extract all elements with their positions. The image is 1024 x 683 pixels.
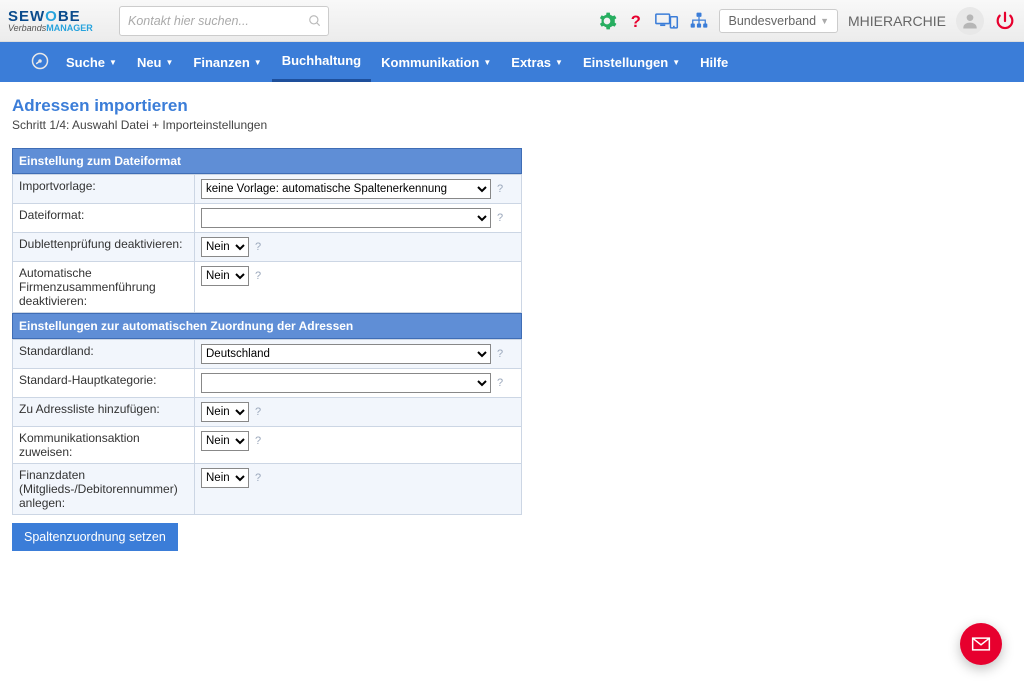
help-icon[interactable]: ?	[255, 406, 261, 418]
search-icon[interactable]	[308, 14, 322, 31]
org-chart-icon[interactable]	[689, 11, 709, 31]
select-importvorlage[interactable]: keine Vorlage: automatische Spaltenerken…	[201, 179, 491, 199]
panel-file-format: Einstellung zum Dateiformat Importvorlag…	[12, 148, 522, 551]
label: Standardland:	[13, 340, 195, 369]
avatar[interactable]	[956, 7, 984, 35]
username-label: MHIERARCHIE	[848, 13, 946, 29]
row-finanzdaten: Finanzdaten (Mitglieds-/Debitorennummer)…	[13, 464, 522, 515]
nav-suche[interactable]: Suche▼	[56, 42, 127, 82]
label: Kommunikationsaktion zuweisen:	[13, 427, 195, 464]
chevron-down-icon: ▼	[254, 58, 262, 67]
page-title: Adressen importieren	[12, 96, 1016, 116]
logo-title: SEWOBE	[8, 9, 113, 24]
navbar: Suche▼ Neu▼ Finanzen▼ Buchhaltung Kommun…	[0, 42, 1024, 82]
dashboard-icon[interactable]	[30, 51, 50, 74]
select-adressliste[interactable]: Nein	[201, 402, 249, 422]
mail-icon	[971, 634, 991, 654]
nav-extras[interactable]: Extras▼	[501, 42, 573, 82]
help-icon[interactable]: ?	[627, 10, 645, 32]
logo-subtitle: VerbandsMANAGER	[8, 24, 113, 33]
topbar-right: ? Bundesverband ▼ MHIERARCHIE	[597, 7, 1016, 35]
select-hauptkategorie[interactable]	[201, 373, 491, 393]
topbar: SEWOBE VerbandsMANAGER ? Bundesverband ▼…	[0, 0, 1024, 42]
label: Automatische Firmenzusammenführung deakt…	[13, 262, 195, 313]
chevron-down-icon: ▼	[820, 16, 829, 26]
chevron-down-icon: ▼	[109, 58, 117, 67]
help-icon[interactable]: ?	[497, 212, 503, 224]
select-firmen[interactable]: Nein	[201, 266, 249, 286]
help-icon[interactable]: ?	[497, 183, 503, 195]
help-icon[interactable]: ?	[497, 377, 503, 389]
search-input[interactable]	[120, 14, 328, 28]
label: Dublettenprüfung deaktivieren:	[13, 233, 195, 262]
help-icon[interactable]: ?	[497, 348, 503, 360]
org-select[interactable]: Bundesverband ▼	[719, 9, 838, 33]
select-finanzdaten[interactable]: Nein	[201, 468, 249, 488]
help-icon[interactable]: ?	[255, 472, 261, 484]
main-content: Adressen importieren Schritt 1/4: Auswah…	[0, 82, 1024, 571]
panel-header: Einstellung zum Dateiformat	[12, 148, 522, 174]
row-importvorlage: Importvorlage: keine Vorlage: automatisc…	[13, 175, 522, 204]
nav-neu[interactable]: Neu▼	[127, 42, 183, 82]
help-icon[interactable]: ?	[255, 270, 261, 282]
label: Standard-Hauptkategorie:	[13, 369, 195, 398]
label: Dateiformat:	[13, 204, 195, 233]
devices-icon[interactable]	[655, 11, 679, 31]
search-box[interactable]	[119, 6, 329, 36]
chevron-down-icon: ▼	[555, 58, 563, 67]
row-adressliste: Zu Adressliste hinzufügen: Nein?	[13, 398, 522, 427]
nav-buchhaltung[interactable]: Buchhaltung	[272, 42, 371, 82]
label: Zu Adressliste hinzufügen:	[13, 398, 195, 427]
nav-finanzen[interactable]: Finanzen▼	[183, 42, 271, 82]
svg-text:?: ?	[631, 13, 641, 31]
select-kommunikationsaktion[interactable]: Nein	[201, 431, 249, 451]
row-dateiformat: Dateiformat: ?	[13, 204, 522, 233]
nav-kommunikation[interactable]: Kommunikation▼	[371, 42, 501, 82]
row-standardland: Standardland: Deutschland?	[13, 340, 522, 369]
chevron-down-icon: ▼	[166, 58, 174, 67]
chevron-down-icon: ▼	[672, 58, 680, 67]
nav-einstellungen[interactable]: Einstellungen▼	[573, 42, 690, 82]
row-dubletten: Dublettenprüfung deaktivieren: Nein?	[13, 233, 522, 262]
label: Importvorlage:	[13, 175, 195, 204]
select-dubletten[interactable]: Nein	[201, 237, 249, 257]
submit-button[interactable]: Spaltenzuordnung setzen	[12, 523, 178, 551]
gear-icon[interactable]	[597, 11, 617, 31]
page-subtitle: Schritt 1/4: Auswahl Datei + Importeinst…	[12, 118, 1016, 132]
help-icon[interactable]: ?	[255, 241, 261, 253]
select-standardland[interactable]: Deutschland	[201, 344, 491, 364]
row-hauptkategorie: Standard-Hauptkategorie: ?	[13, 369, 522, 398]
nav-hilfe[interactable]: Hilfe	[690, 42, 738, 82]
select-dateiformat[interactable]	[201, 208, 491, 228]
panel-header-2: Einstellungen zur automatischen Zuordnun…	[12, 313, 522, 339]
row-kommunikationsaktion: Kommunikationsaktion zuweisen: Nein?	[13, 427, 522, 464]
help-icon[interactable]: ?	[255, 435, 261, 447]
logo[interactable]: SEWOBE VerbandsMANAGER	[8, 6, 113, 36]
row-firmen: Automatische Firmenzusammenführung deakt…	[13, 262, 522, 313]
chat-fab[interactable]	[960, 623, 1002, 665]
power-icon[interactable]	[994, 10, 1016, 32]
label: Finanzdaten (Mitglieds-/Debitorennummer)…	[13, 464, 195, 515]
chevron-down-icon: ▼	[483, 58, 491, 67]
org-select-label: Bundesverband	[728, 14, 816, 28]
